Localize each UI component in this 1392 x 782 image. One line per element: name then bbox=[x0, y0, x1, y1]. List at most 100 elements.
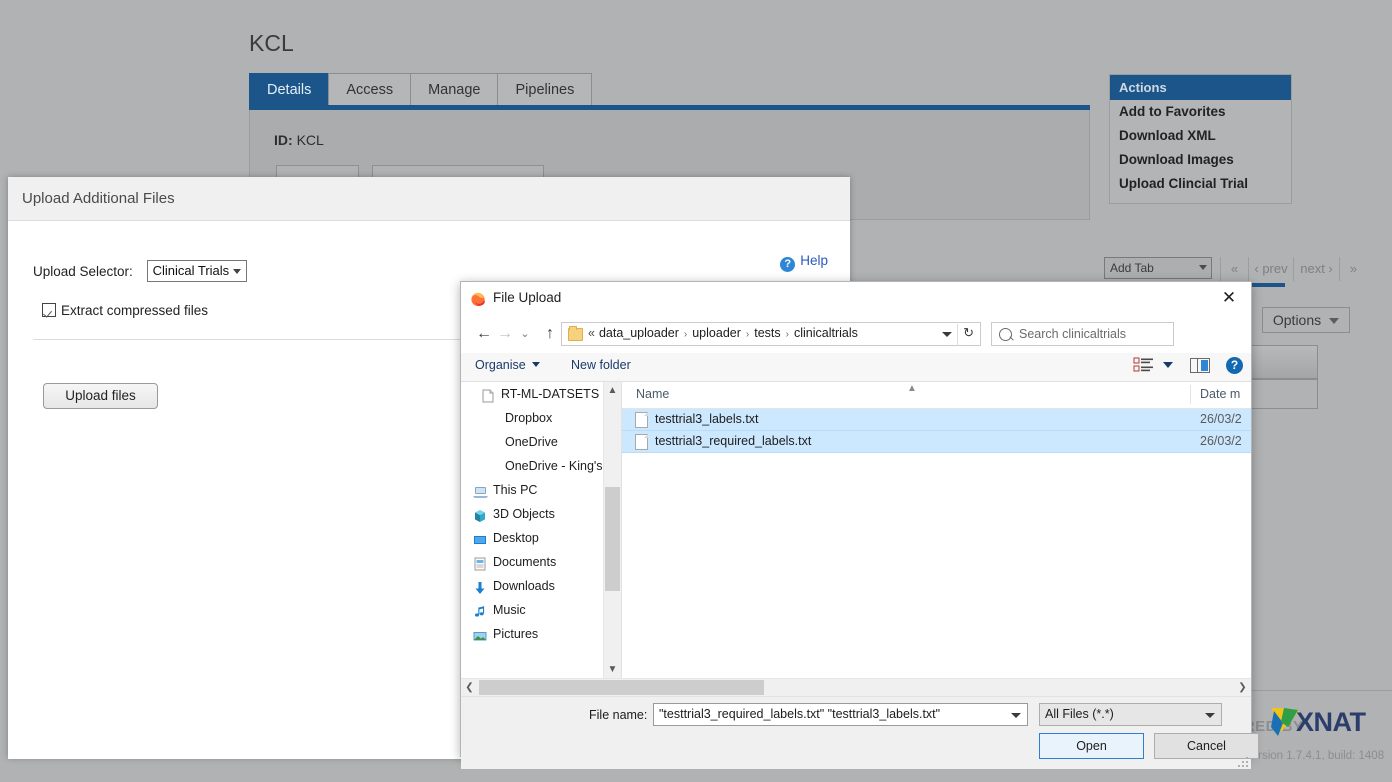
action-upload-clinical-trial[interactable]: Upload Clincial Trial bbox=[1110, 172, 1291, 196]
chevron-down-icon bbox=[531, 362, 540, 367]
options-button[interactable]: Options bbox=[1262, 307, 1350, 333]
nav-item-label: Downloads bbox=[493, 579, 555, 593]
up-icon[interactable]: ↑ bbox=[539, 323, 561, 345]
column-divider bbox=[1190, 385, 1191, 404]
nav-item-documents[interactable]: Documents bbox=[461, 550, 621, 574]
recent-locations-icon[interactable]: ⌄ bbox=[514, 323, 536, 345]
options-label: Options bbox=[1272, 312, 1322, 328]
project-tabbar: Details Access Manage Pipelines bbox=[249, 73, 1090, 106]
extract-compressed-files-checkbox[interactable]: Extract compressed files bbox=[42, 303, 208, 318]
help-link[interactable]: ? Help bbox=[780, 253, 828, 272]
navigation-pane: RT-ML-DATSETS Dropbox OneDrive OneDrive … bbox=[461, 382, 621, 678]
file-dialog-titlebar: File Upload ✕ bbox=[461, 282, 1251, 315]
upload-files-button[interactable]: Upload files bbox=[43, 383, 158, 409]
nav-item-this-pc[interactable]: This PC bbox=[461, 478, 621, 502]
navigation-pane-scrollbar[interactable]: ▲ ▼ bbox=[603, 382, 621, 678]
scrollbar-thumb[interactable] bbox=[479, 680, 764, 695]
scroll-right-icon[interactable]: ❯ bbox=[1234, 679, 1251, 696]
nav-item-onedrive[interactable]: OneDrive bbox=[461, 430, 621, 454]
breadcrumb-item-1[interactable]: uploader bbox=[692, 326, 741, 340]
scrollbar-thumb[interactable] bbox=[605, 487, 620, 591]
file-list-horizontal-scrollbar[interactable]: ❮ ❯ bbox=[461, 678, 1251, 696]
back-icon[interactable]: ← bbox=[473, 323, 495, 345]
nav-item-label: RT-ML-DATSETS bbox=[501, 387, 600, 401]
chevron-down-icon[interactable] bbox=[1163, 362, 1174, 368]
upload-selector-select[interactable]: Clinical Trials bbox=[146, 260, 247, 282]
nav-item-dropbox[interactable]: Dropbox bbox=[461, 406, 621, 430]
sort-ascending-icon: ▲ bbox=[907, 383, 917, 394]
tab-manage[interactable]: Manage bbox=[410, 73, 499, 105]
scroll-down-icon[interactable]: ▼ bbox=[604, 661, 621, 678]
breadcrumb-item-3[interactable]: clinicaltrials bbox=[794, 326, 858, 340]
upload-dialog-title: Upload Additional Files bbox=[8, 177, 850, 221]
breadcrumb-overflow[interactable]: « bbox=[588, 326, 595, 340]
file-list-pane: ▲ Name Date m testtrial3_labels.txt 26/0… bbox=[622, 382, 1251, 678]
table-row[interactable]: testtrial3_labels.txt 26/03/2 bbox=[622, 409, 1251, 431]
refresh-icon[interactable]: ↻ bbox=[963, 325, 974, 341]
column-header-date[interactable]: Date m bbox=[1200, 387, 1240, 401]
file-upload-dialog: File Upload ✕ ← → ⌄ ↑ « data_uploader › upl… bbox=[460, 281, 1259, 769]
action-download-images[interactable]: Download Images bbox=[1110, 148, 1291, 172]
column-header-name[interactable]: Name bbox=[636, 387, 669, 401]
search-input[interactable]: Search clinicaltrials bbox=[991, 322, 1174, 346]
text-file-icon bbox=[635, 434, 648, 450]
project-id-value: KCL bbox=[296, 132, 324, 148]
file-name: testtrial3_required_labels.txt bbox=[655, 434, 812, 448]
add-tab-select[interactable]: Add Tab bbox=[1104, 257, 1212, 279]
breadcrumb: « data_uploader › uploader › tests › clinicaltr… bbox=[588, 326, 858, 340]
nav-item-pictures[interactable]: Pictures bbox=[461, 622, 621, 646]
nav-item-downloads[interactable]: Downloads bbox=[461, 574, 621, 598]
file-dialog-title-text: File Upload bbox=[493, 290, 562, 305]
scroll-up-icon[interactable]: ▲ bbox=[604, 382, 621, 399]
help-label: Help bbox=[800, 253, 828, 268]
tab-access[interactable]: Access bbox=[328, 73, 412, 105]
upload-selector-value: Clinical Trials bbox=[152, 263, 230, 278]
nav-last-button[interactable]: » bbox=[1339, 257, 1367, 281]
nav-first-button[interactable]: « bbox=[1220, 257, 1248, 281]
checkbox-icon bbox=[42, 303, 56, 317]
file-name-value: "testtrial3_required_labels.txt" "testtr… bbox=[659, 707, 941, 721]
help-circle-icon[interactable]: ? bbox=[1226, 356, 1243, 374]
file-name-input[interactable]: "testtrial3_required_labels.txt" "testtr… bbox=[653, 703, 1028, 726]
text-file-icon bbox=[635, 412, 648, 428]
resize-grip[interactable] bbox=[1238, 757, 1248, 767]
table-row[interactable]: testtrial3_required_labels.txt 26/03/2 bbox=[622, 431, 1251, 453]
chevron-down-icon[interactable] bbox=[1011, 713, 1021, 718]
nav-item-label: Desktop bbox=[493, 531, 539, 545]
file-icon bbox=[481, 387, 495, 403]
file-type-select[interactable]: All Files (*.*) bbox=[1039, 703, 1222, 726]
nav-item-3d-objects[interactable]: 3D Objects bbox=[461, 502, 621, 526]
list-view-icon[interactable] bbox=[1133, 356, 1155, 374]
nav-item-onedrive-kings[interactable]: OneDrive - King's bbox=[461, 454, 621, 478]
nav-item-desktop[interactable]: Desktop bbox=[461, 526, 621, 550]
music-icon bbox=[473, 603, 487, 617]
tab-pipelines[interactable]: Pipelines bbox=[497, 73, 593, 105]
close-icon[interactable]: ✕ bbox=[1207, 282, 1251, 313]
new-folder-button[interactable]: New folder bbox=[571, 358, 631, 372]
address-bar-divider bbox=[957, 324, 958, 346]
action-download-xml[interactable]: Download XML bbox=[1110, 124, 1291, 148]
search-icon bbox=[999, 328, 1012, 341]
organise-menu-button[interactable]: Organise bbox=[475, 358, 540, 372]
actions-panel-header: Actions bbox=[1110, 75, 1291, 100]
address-bar[interactable]: « data_uploader › uploader › tests › clinicaltr… bbox=[561, 322, 981, 346]
firefox-icon bbox=[470, 291, 486, 307]
breadcrumb-item-2[interactable]: tests bbox=[754, 326, 780, 340]
file-dialog-footer: File name: "testtrial3_required_labels.t… bbox=[461, 696, 1259, 769]
preview-pane-icon[interactable] bbox=[1189, 357, 1210, 373]
chevron-down-icon[interactable] bbox=[942, 332, 952, 337]
forward-icon[interactable]: → bbox=[494, 323, 516, 345]
open-button[interactable]: Open bbox=[1039, 733, 1144, 759]
cancel-button[interactable]: Cancel bbox=[1154, 733, 1259, 759]
nav-next-button[interactable]: next › bbox=[1293, 257, 1339, 281]
scroll-left-icon[interactable]: ❮ bbox=[461, 679, 478, 696]
nav-item-music[interactable]: Music bbox=[461, 598, 621, 622]
nav-prev-button[interactable]: ‹ prev bbox=[1248, 257, 1293, 281]
action-add-to-favorites[interactable]: Add to Favorites bbox=[1110, 100, 1291, 124]
nav-item-rt-ml-datsets[interactable]: RT-ML-DATSETS bbox=[461, 382, 621, 406]
chevron-down-icon bbox=[232, 269, 241, 274]
file-type-value: All Files (*.*) bbox=[1045, 707, 1114, 721]
actions-panel: Actions Add to Favorites Download XML Do… bbox=[1109, 74, 1292, 204]
tab-details[interactable]: Details bbox=[249, 73, 330, 105]
breadcrumb-item-0[interactable]: data_uploader bbox=[599, 326, 679, 340]
